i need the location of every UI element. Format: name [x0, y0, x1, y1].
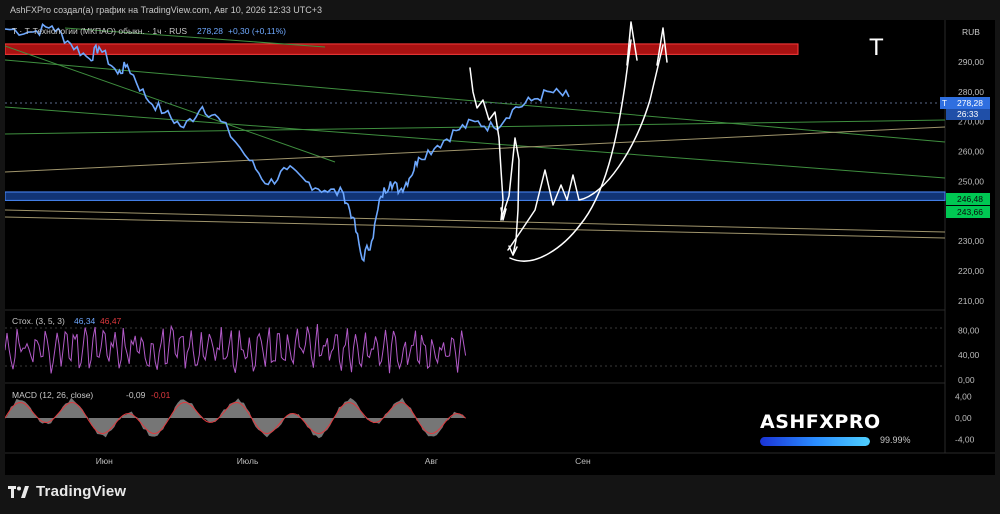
macd-hist-value: -0,09	[126, 390, 146, 400]
macd-label[interactable]: MACD (12, 26, close)	[12, 390, 93, 400]
tag-letter: T	[942, 99, 947, 108]
chart-canvas[interactable]: T T · Т-Технологии (МКПАО) обыкн. · 1ч ·…	[4, 20, 995, 475]
last-price-tag-text: 278,28	[957, 98, 983, 108]
symbol-legend-title[interactable]: T · Т-Технологии (МКПАО) обыкн. · 1ч · R…	[12, 26, 187, 36]
time-tick-label: Сен	[575, 456, 591, 466]
trendline-tan-1[interactable]	[4, 126, 946, 173]
tradingview-logo[interactable]: TradingView	[8, 483, 126, 500]
zone-resistance[interactable]	[4, 43, 799, 55]
stoch-tick-label: 80,00	[958, 325, 980, 335]
time-tick-label: Июн	[96, 456, 113, 466]
price-pane[interactable]: T	[4, 21, 946, 263]
brand-name: ASHFXPRO	[760, 411, 881, 433]
zone-support[interactable]	[4, 191, 946, 201]
projection-path-down[interactable]	[469, 67, 520, 256]
price-tick-label: 260,00	[958, 147, 984, 157]
tradingview-snapshot: AshFXPro создал(а) график на TradingView…	[0, 0, 1000, 514]
stoch-axis: 0,00 40,00 80,00	[958, 325, 980, 385]
price-tick-label: 250,00	[958, 176, 984, 186]
price-tick-label: 290,00	[958, 57, 984, 67]
macd-axis: -4,00 0,00 4,00	[955, 392, 975, 445]
stoch-d-value: 46,47	[100, 316, 122, 326]
time-tick-label: Авг	[425, 456, 438, 466]
countdown-text: 26:33	[957, 109, 979, 119]
tradingview-logo-icon	[8, 485, 29, 498]
price-series-line[interactable]	[4, 23, 570, 263]
stoch-tick-label: 40,00	[958, 350, 980, 360]
stoch-k-value: 46,34	[74, 316, 96, 326]
brand-watermark: ASHFXPRO 99.99%	[760, 411, 911, 446]
brand-progress-fill	[760, 437, 870, 446]
price-tick-label: 280,00	[958, 87, 984, 97]
trendlines	[4, 27, 946, 239]
macd-tick-label: 0,00	[955, 413, 972, 423]
trendline-green-1[interactable]	[4, 45, 336, 163]
trendline-tan-3[interactable]	[4, 216, 946, 239]
stoch-label[interactable]: Стох. (3, 5, 3)	[12, 316, 65, 326]
macd-signal-value: -0,01	[151, 390, 171, 400]
brand-progress-bar	[760, 437, 870, 446]
zone-lower-tag-text: 243,66	[957, 207, 983, 217]
snapshot-caption: AshFXPro создал(а) график на TradingView…	[10, 5, 323, 15]
currency-label[interactable]: RUB	[962, 27, 980, 37]
macd-tick-label: -4,00	[955, 434, 975, 444]
brand-progress-label: 99.99%	[880, 435, 911, 445]
trendline-green-3[interactable]	[4, 106, 946, 179]
price-axis[interactable]: 210,00220,00230,00240,00250,00260,00270,…	[958, 57, 984, 306]
stoch-tick-label: 0,00	[958, 375, 975, 385]
price-tick-label: 220,00	[958, 266, 984, 276]
symbol-legend-change: +0,30 (+0,11%)	[228, 26, 286, 36]
tradingview-logo-text: TradingView	[36, 483, 127, 500]
trendline-tan-2[interactable]	[4, 209, 946, 233]
projection-path-up-1[interactable]	[509, 39, 632, 262]
time-tick-label: Июль	[237, 456, 259, 466]
projection-path-up-2[interactable]	[507, 44, 664, 251]
price-tick-label: 210,00	[958, 296, 984, 306]
time-axis[interactable]: Июн Июль Авг Сен	[96, 456, 591, 466]
zone-upper-tag-text: 246,48	[957, 194, 983, 204]
symbol-legend-last: 278,28	[197, 26, 223, 36]
chart-container[interactable]: T T · Т-Технологии (МКПАО) обыкн. · 1ч ·…	[4, 20, 995, 475]
stochastic-pane[interactable]: Стох. (3, 5, 3) 46,34 46,47 0,00 40,00 80,…	[4, 316, 980, 385]
last-price-tag: 278,28 26:33 T	[940, 97, 990, 120]
ticker-watermark: T	[869, 34, 884, 61]
symbol-legend[interactable]: T · Т-Технологии (МКПАО) обыкн. · 1ч · R…	[12, 26, 286, 36]
macd-tick-label: 4,00	[955, 392, 972, 402]
price-tick-label: 230,00	[958, 236, 984, 246]
